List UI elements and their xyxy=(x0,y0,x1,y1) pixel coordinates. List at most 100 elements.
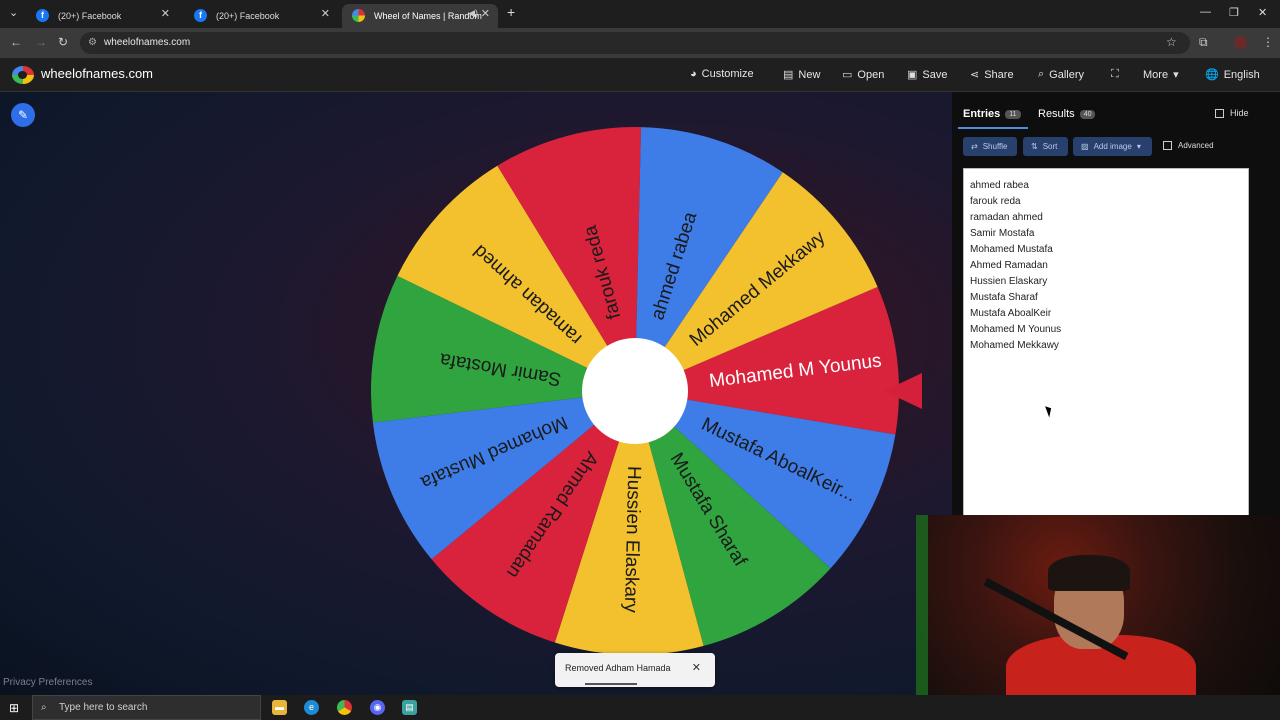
fullscreen-button[interactable]: ⛶ xyxy=(1111,68,1119,81)
taskbar-search-input[interactable]: ⌕ Type here to search xyxy=(32,695,261,720)
search-icon: ⌕ xyxy=(41,702,47,713)
hide-checkbox[interactable]: Hide xyxy=(1215,108,1249,118)
sort-button[interactable]: ⇅ Sort xyxy=(1023,137,1068,156)
entry-line[interactable]: Mohamed Mekkawy xyxy=(970,338,1248,354)
close-window-icon[interactable]: ✕ xyxy=(1258,6,1267,19)
shuffle-button[interactable]: ⇄ Shuffle xyxy=(963,137,1017,156)
webcam-light-strip xyxy=(916,515,928,695)
gallery-button[interactable]: ⌕ Gallery xyxy=(1038,68,1084,81)
restore-icon[interactable]: ❐ xyxy=(1229,6,1239,19)
entries-textarea[interactable]: ahmed rabea farouk reda ramadan ahmed Samir… xyxy=(963,168,1249,515)
entry-line[interactable]: Mustafa Sharaf xyxy=(970,290,1248,306)
menu-label: Share xyxy=(984,68,1014,81)
sort-icon: ⇅ xyxy=(1031,142,1038,151)
site-title[interactable]: wheelofnames.com xyxy=(41,66,153,81)
chrome-icon[interactable] xyxy=(337,700,352,715)
site-info-icon[interactable]: ⚙ xyxy=(88,32,97,54)
hide-label: Hide xyxy=(1230,108,1249,118)
edge-icon[interactable]: e xyxy=(304,700,319,715)
file-explorer-icon[interactable]: ▬ xyxy=(272,700,287,715)
url-input[interactable]: ⚙ wheelofnames.com xyxy=(80,32,1190,54)
share-button[interactable]: ⋖ Share xyxy=(970,68,1014,82)
file-icon: ▤ xyxy=(783,69,794,81)
browser-menu-icon[interactable]: ⋮ xyxy=(1262,35,1274,49)
add-image-button[interactable]: ▨ Add image ▾ xyxy=(1073,137,1152,156)
tab-entries[interactable]: Entries 11 xyxy=(963,108,1021,120)
toast-notification: Removed Adham Hamada ✕ xyxy=(555,653,715,687)
customize-button[interactable]: ◕ Customize xyxy=(690,68,754,80)
entry-line[interactable]: Mohamed M Younus xyxy=(970,322,1248,338)
entry-line[interactable]: Samir Mostafa xyxy=(970,226,1248,242)
close-tab-icon[interactable]: ✕ xyxy=(161,7,170,20)
wheel-favicon-icon xyxy=(352,9,365,22)
close-tab-icon[interactable]: ✕ xyxy=(481,7,490,20)
privacy-preferences-link[interactable]: Privacy Preferences xyxy=(3,677,92,688)
checkbox[interactable] xyxy=(1215,108,1224,118)
entry-line[interactable]: farouk reda xyxy=(970,194,1248,210)
bookmark-star-icon[interactable]: ☆ xyxy=(1166,35,1177,49)
toast-close-icon[interactable]: ✕ xyxy=(692,661,701,674)
menu-label: Open xyxy=(857,68,885,81)
close-tab-icon[interactable]: ✕ xyxy=(321,7,330,20)
share-icon: ⋖ xyxy=(970,69,980,81)
new-button[interactable]: ▤ New xyxy=(783,68,820,82)
site-header: wheelofnames.com ◕ Customize ▤ New ▭ Open ▣… xyxy=(0,58,1280,92)
entry-line[interactable]: Mohamed Mustafa xyxy=(970,242,1248,258)
tab-label: Results xyxy=(1038,108,1075,120)
toast-text: Removed Adham Hamada xyxy=(565,663,671,673)
entry-line[interactable]: Hussien Elaskary xyxy=(970,274,1248,290)
toast-progress xyxy=(585,683,637,685)
back-icon[interactable]: ← xyxy=(10,35,22,49)
edit-pencil-icon[interactable]: ✎ xyxy=(11,103,35,127)
entry-line[interactable]: Mustafa AboalKeir xyxy=(970,306,1248,322)
image-icon: ▨ xyxy=(1081,142,1089,151)
chevron-down-icon: ▾ xyxy=(1136,142,1141,151)
speaker-icon[interactable]: ◀) xyxy=(468,8,478,19)
browser-tab-2[interactable]: f (20+) Facebook ✕ xyxy=(184,4,338,28)
button-label: Add image xyxy=(1093,142,1132,151)
webcam-person-hair xyxy=(1048,555,1130,591)
reload-icon[interactable]: ↻ xyxy=(58,35,68,49)
save-button[interactable]: ▣ Save xyxy=(907,68,948,82)
tab-label: Entries xyxy=(963,108,1001,120)
entries-count-badge: 11 xyxy=(1005,109,1021,119)
menu-label: Gallery xyxy=(1049,68,1085,81)
wheel-logo-icon[interactable] xyxy=(12,66,34,84)
language-button[interactable]: 🌐 English xyxy=(1205,68,1260,82)
button-label: Shuffle xyxy=(982,142,1008,151)
open-button[interactable]: ▭ Open xyxy=(842,68,885,82)
new-tab-icon[interactable]: + xyxy=(507,4,515,20)
chevron-down-icon: ▾ xyxy=(1173,69,1179,81)
tab-search-icon[interactable]: ⌄ xyxy=(9,6,18,19)
discord-icon[interactable]: ◉ xyxy=(370,700,385,715)
shuffle-icon: ⇄ xyxy=(971,142,978,151)
browser-tab-3[interactable]: Wheel of Names | Random ◀) ✕ xyxy=(342,4,498,28)
save-icon: ▣ xyxy=(907,69,918,81)
address-bar: ← → ↻ ⚙ wheelofnames.com ☆ ⧉ ⋮ xyxy=(0,28,1280,58)
tab-title: (20+) Facebook xyxy=(216,11,280,21)
menu-label: Save xyxy=(922,68,948,81)
advanced-checkbox[interactable]: Advanced xyxy=(1163,141,1214,150)
browser-tab-1[interactable]: f (20+) Facebook ✕ xyxy=(26,4,178,28)
search-icon: ⌕ xyxy=(1038,68,1045,80)
more-button[interactable]: More ▾ xyxy=(1143,68,1179,82)
entry-line[interactable]: ramadan ahmed xyxy=(970,210,1248,226)
notepad-icon[interactable]: ▤ xyxy=(402,700,417,715)
results-count-badge: 40 xyxy=(1079,109,1096,119)
profile-avatar[interactable] xyxy=(1234,36,1247,49)
forward-icon[interactable]: → xyxy=(35,35,47,49)
windows-start-icon[interactable]: ⊞ xyxy=(9,701,19,715)
tab-results[interactable]: Results 40 xyxy=(1038,108,1096,120)
checkbox[interactable] xyxy=(1163,141,1172,150)
wheel-center[interactable] xyxy=(582,338,688,444)
minimize-icon[interactable]: — xyxy=(1200,6,1211,18)
folder-icon: ▭ xyxy=(842,69,853,81)
entry-line[interactable]: Ahmed Ramadan xyxy=(970,258,1248,274)
menu-label: More xyxy=(1143,68,1169,81)
wheel-segment-label: Hussien Elaskary xyxy=(620,466,644,614)
entry-line[interactable]: ahmed rabea xyxy=(970,178,1248,194)
extensions-icon[interactable]: ⧉ xyxy=(1199,35,1208,50)
wheel[interactable]: Mohamed M YounusMustafa AboalKeir...Must… xyxy=(371,127,899,655)
active-tab-indicator xyxy=(958,127,1028,129)
browser-tab-bar: ⌄ f (20+) Facebook ✕ f (20+) Facebook ✕ … xyxy=(0,0,1280,28)
